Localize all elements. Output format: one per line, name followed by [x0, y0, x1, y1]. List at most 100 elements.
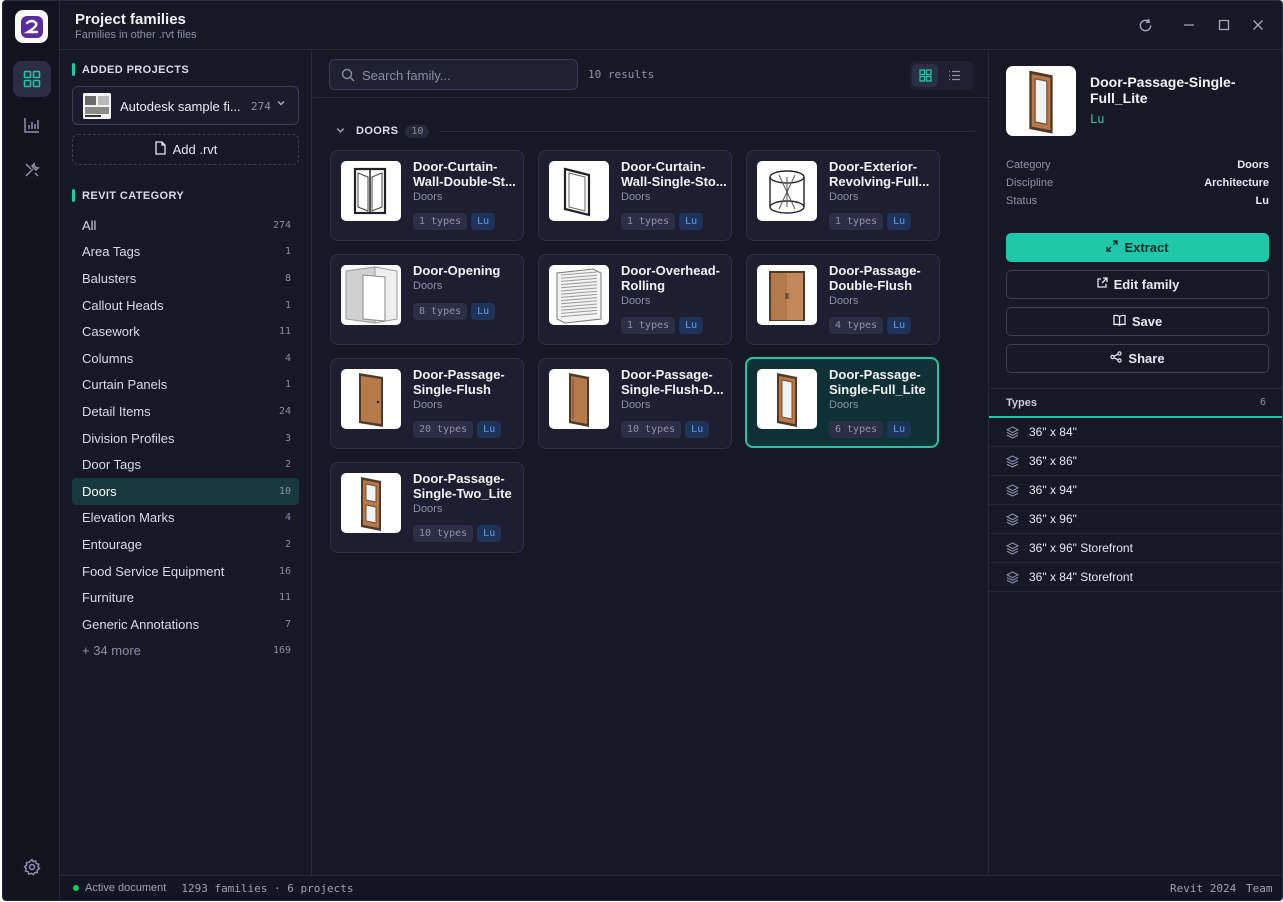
- family-thumbnail: [757, 161, 817, 221]
- category-item[interactable]: Entourage 2: [72, 531, 299, 558]
- family-card[interactable]: Door-Passage-Double-Flush Doors 4 types …: [746, 254, 940, 345]
- chart-icon[interactable]: [13, 107, 51, 143]
- family-tags: 10 types Lu: [413, 525, 502, 542]
- family-card[interactable]: Door-Overhead-Rolling Doors 1 types Lu: [538, 254, 732, 345]
- add-rvt-label: Add .rvt: [172, 142, 218, 157]
- grid-icon[interactable]: [13, 61, 51, 97]
- property-key: Category: [1006, 159, 1051, 171]
- category-label: Detail Items: [82, 403, 151, 419]
- category-count: 4: [284, 352, 291, 364]
- type-row[interactable]: 36" x 96" Storefront: [989, 534, 1282, 563]
- search-toolbar: Search family... 10 results: [313, 51, 988, 98]
- category-item[interactable]: Division Profiles 3: [72, 425, 299, 452]
- maximize-icon[interactable]: [1214, 15, 1234, 35]
- status-badge: Lu: [477, 421, 502, 438]
- sidebar: ADDED PROJECTS Autodesk sample fi... 274…: [60, 51, 312, 875]
- family-card[interactable]: Door-Passage-Single-Flush Doors 20 types…: [330, 358, 524, 449]
- grid-view-icon[interactable]: [912, 64, 938, 87]
- extract-label: Extract: [1124, 240, 1169, 255]
- group-label: DOORS: [356, 125, 399, 137]
- category-label: Division Profiles: [82, 430, 175, 446]
- app-logo-icon[interactable]: [15, 10, 48, 43]
- family-tags: 1 types Lu: [829, 213, 912, 230]
- family-name: Door-Passage-Single-Full_Lite: [829, 367, 926, 397]
- property-row: Status Lu: [1006, 195, 1269, 213]
- refresh-icon[interactable]: [1135, 15, 1155, 35]
- family-card[interactable]: Door-Passage-Single-Flush-D... Doors 10 …: [538, 358, 732, 449]
- type-label: 36" x 86": [1029, 454, 1077, 468]
- category-item[interactable]: Food Service Equipment 16: [72, 558, 299, 585]
- search-input[interactable]: Search family...: [329, 59, 578, 90]
- active-status-dot: [73, 885, 79, 891]
- family-browser: Search family... 10 results DOORS 10 Doo…: [313, 51, 988, 875]
- category-item[interactable]: Area Tags 1: [72, 239, 299, 266]
- category-item[interactable]: Doors 10: [72, 477, 299, 505]
- category-item[interactable]: + 34 more 169: [72, 638, 299, 665]
- family-name: Door-Passage-Single-Two_Lite: [413, 471, 512, 501]
- category-count: 2: [284, 538, 291, 550]
- family-tags: 1 types Lu: [621, 317, 704, 334]
- expand-icon: [1106, 240, 1119, 255]
- add-rvt-button[interactable]: Add .rvt: [72, 134, 299, 165]
- category-item[interactable]: Door Tags 2: [72, 451, 299, 478]
- types-badge: 8 types: [413, 303, 468, 320]
- family-tags: 8 types Lu: [413, 303, 496, 320]
- close-icon[interactable]: [1248, 15, 1268, 35]
- project-thumbnail: [83, 93, 111, 119]
- save-button[interactable]: Save: [1006, 307, 1269, 336]
- family-tags: 6 types Lu: [829, 421, 912, 438]
- type-row[interactable]: 36" x 96": [989, 505, 1282, 534]
- group-header-doors[interactable]: DOORS 10: [335, 123, 975, 139]
- window-subtitle: Families in other .rvt files: [75, 29, 197, 41]
- family-thumbnail: [341, 161, 401, 221]
- family-thumbnail: [757, 265, 817, 325]
- category-item[interactable]: Detail Items 24: [72, 398, 299, 425]
- type-label: 36" x 96": [1029, 512, 1077, 526]
- category-item[interactable]: Balusters 8: [72, 265, 299, 292]
- list-view-icon[interactable]: [941, 64, 967, 87]
- type-row[interactable]: 36" x 86": [989, 447, 1282, 476]
- category-item[interactable]: Callout Heads 1: [72, 292, 299, 319]
- family-card[interactable]: Door-Passage-Single-Full_Lite Doors 6 ty…: [745, 357, 939, 448]
- category-item[interactable]: Casework 11: [72, 318, 299, 345]
- layers-icon: [1006, 541, 1019, 555]
- family-card[interactable]: Door-Opening Doors 8 types Lu: [330, 254, 524, 345]
- tools-icon[interactable]: [13, 152, 51, 188]
- app-window: Project families Families in other .rvt …: [2, 0, 1283, 901]
- category-label: Curtain Panels: [82, 377, 168, 393]
- type-row[interactable]: 36" x 94": [989, 476, 1282, 505]
- extract-button[interactable]: Extract: [1006, 233, 1269, 262]
- family-card[interactable]: Door-Curtain-Wall-Single-Sto... Doors 1 …: [538, 150, 732, 241]
- family-card[interactable]: Door-Exterior-Revolving-Full... Doors 1 …: [746, 150, 940, 241]
- category-label: Area Tags: [82, 244, 141, 260]
- minimize-icon[interactable]: [1179, 15, 1199, 35]
- category-label: Door Tags: [82, 457, 142, 473]
- types-badge: 10 types: [413, 525, 474, 542]
- family-tags: 1 types Lu: [413, 213, 496, 230]
- settings-icon[interactable]: [13, 849, 51, 885]
- types-badge: 6 types: [829, 421, 884, 438]
- property-value: Doors: [1237, 159, 1269, 171]
- group-count: 10: [405, 124, 430, 138]
- category-item[interactable]: Generic Annotations 7: [72, 611, 299, 638]
- family-card[interactable]: Door-Curtain-Wall-Double-St... Doors 1 t…: [330, 150, 524, 241]
- category-item[interactable]: Elevation Marks 4: [72, 505, 299, 532]
- share-icon: [1110, 351, 1123, 366]
- share-button[interactable]: Share: [1006, 344, 1269, 373]
- category-item[interactable]: Furniture 11: [72, 584, 299, 611]
- type-row[interactable]: 36" x 84": [989, 418, 1282, 447]
- edit-family-button[interactable]: Edit family: [1006, 270, 1269, 299]
- type-row[interactable]: 36" x 84" Storefront: [989, 563, 1282, 592]
- category-item[interactable]: Curtain Panels 1: [72, 372, 299, 399]
- type-label: 36" x 94": [1029, 483, 1077, 497]
- category-item[interactable]: Columns 4: [72, 345, 299, 372]
- family-card[interactable]: Door-Passage-Single-Two_Lite Doors 10 ty…: [330, 462, 524, 553]
- family-category: Doors: [413, 191, 443, 203]
- category-count: 4: [284, 512, 291, 524]
- category-label: Elevation Marks: [82, 510, 175, 526]
- category-item[interactable]: All 274: [72, 212, 299, 239]
- file-icon: [154, 141, 167, 158]
- family-category: Doors: [621, 191, 651, 203]
- category-label: Balusters: [82, 270, 137, 286]
- project-selector[interactable]: Autodesk sample fi... 274: [72, 86, 299, 125]
